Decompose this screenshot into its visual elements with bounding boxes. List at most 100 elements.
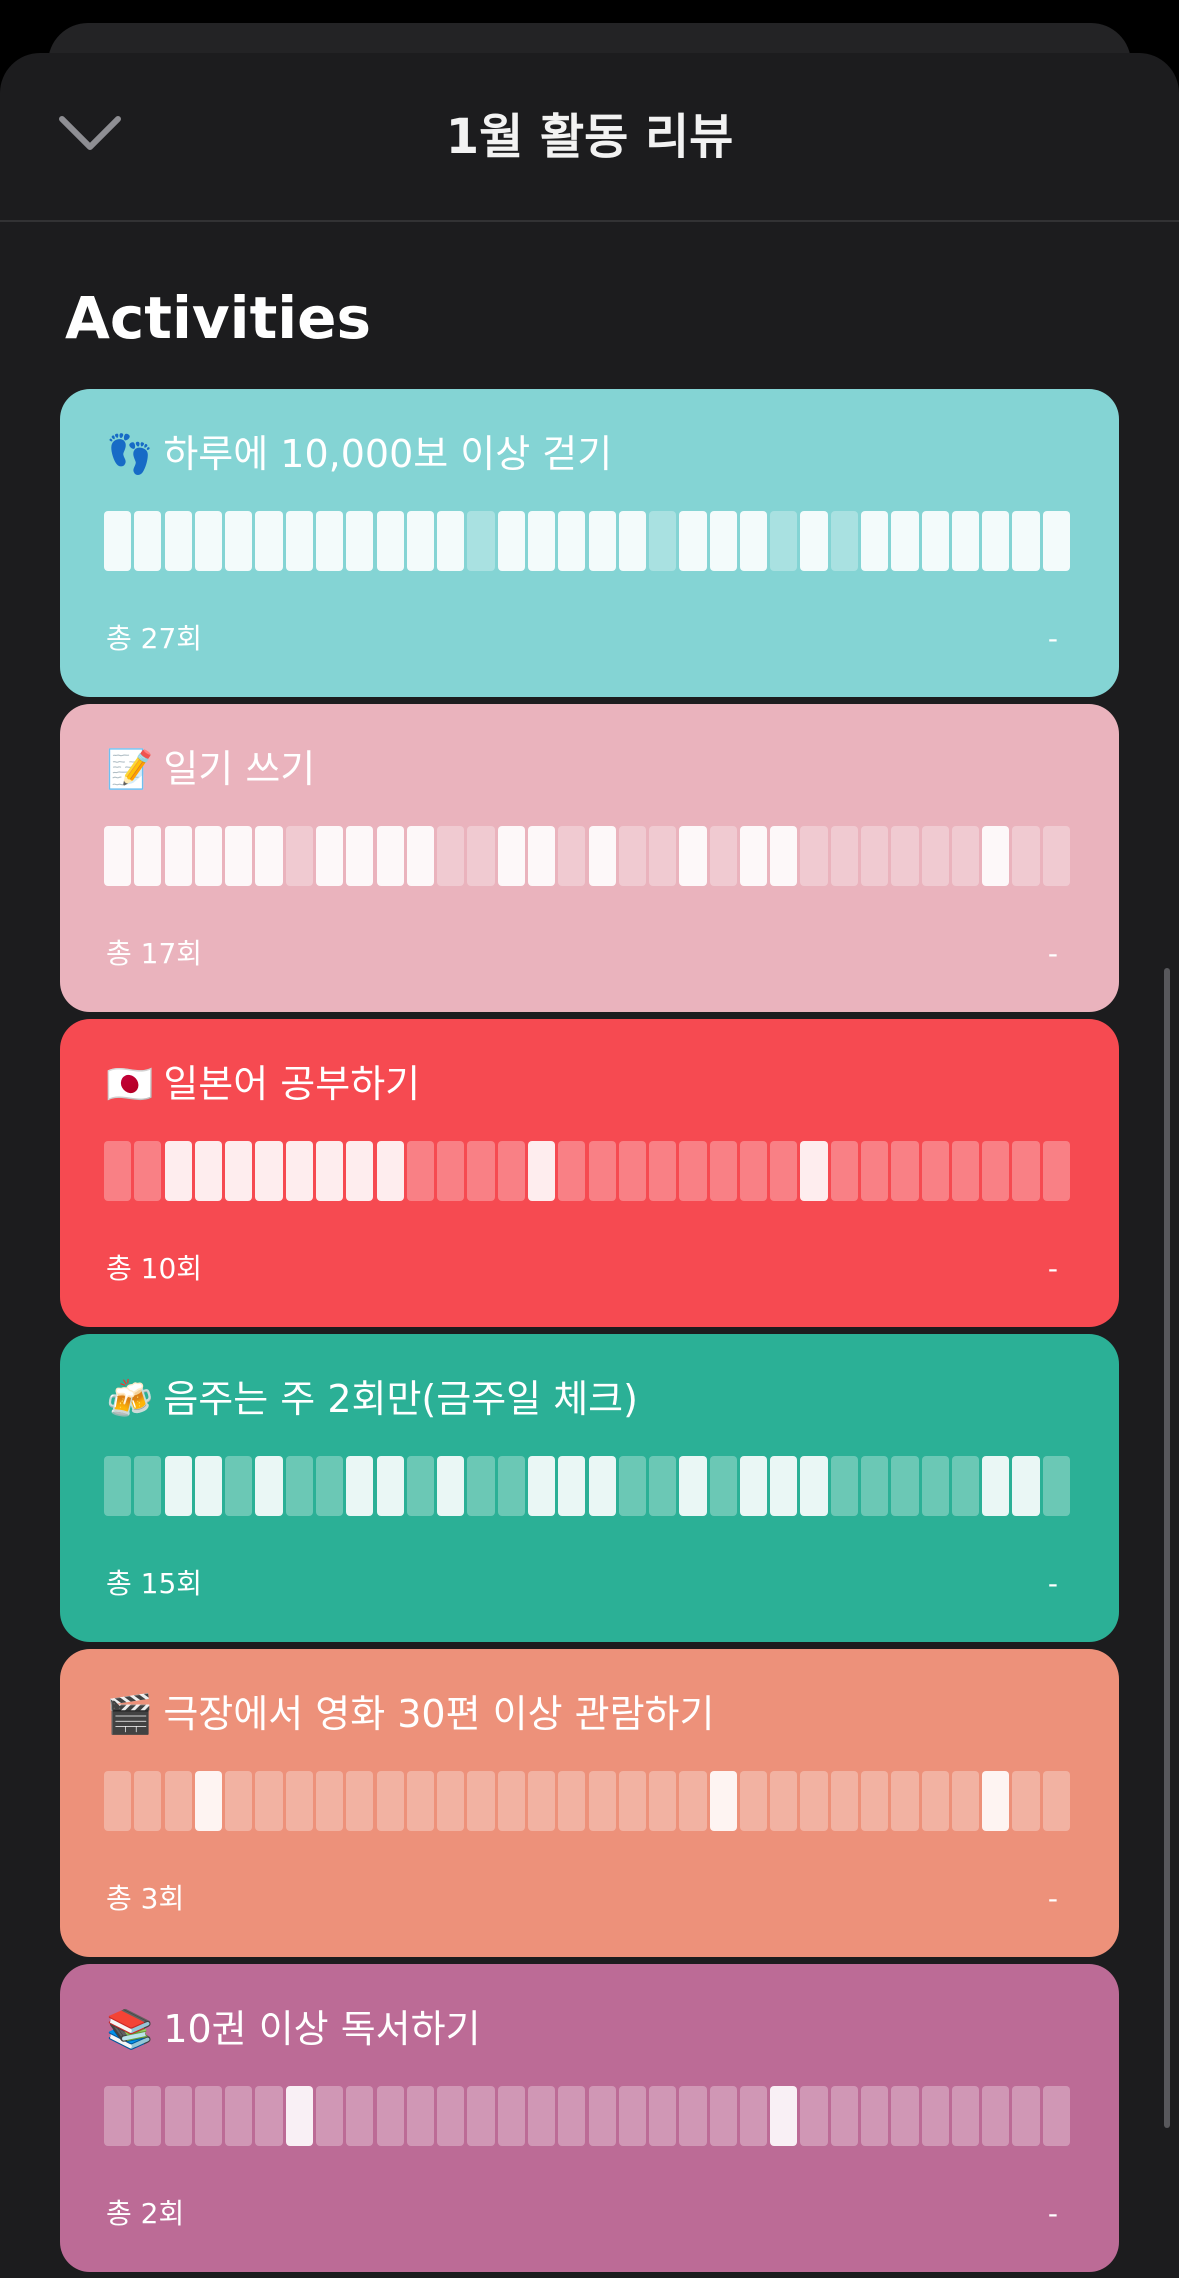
day-cell-completed	[346, 1141, 374, 1201]
day-cell-empty	[830, 1141, 858, 1201]
day-cell-completed	[1042, 511, 1070, 571]
day-cell-completed	[558, 511, 586, 571]
day-cell-empty	[679, 2086, 707, 2146]
day-cell-completed	[104, 511, 132, 571]
day-cell-empty	[830, 826, 858, 886]
day-cell-empty	[497, 1141, 525, 1201]
activity-emoji-icon: 🍻	[106, 1377, 154, 1421]
day-cell-completed	[770, 826, 798, 886]
day-cell-empty	[164, 2086, 192, 2146]
activity-card[interactable]: 📝 일기 쓰기 총 17회 -	[60, 704, 1119, 1012]
day-cell-completed	[770, 2086, 798, 2146]
day-cell-empty	[951, 1771, 980, 1831]
day-cell-empty	[497, 1456, 525, 1516]
section-title: Activities	[65, 284, 372, 352]
day-cell-completed	[982, 826, 1010, 886]
day-cell-completed	[739, 1456, 768, 1516]
day-cell-empty	[1042, 1141, 1070, 1201]
day-cell-completed	[346, 1456, 374, 1516]
day-cell-completed	[194, 1141, 223, 1201]
activity-card[interactable]: 🍻 음주는 주 2회만(금주일 체크) 총 15회 -	[60, 1334, 1119, 1642]
day-cell-empty	[951, 2086, 980, 2146]
activity-trailing-value: -	[1047, 1567, 1058, 1600]
activity-title: 🎬 극장에서 영화 30편 이상 관람하기	[106, 1689, 714, 1739]
day-cell-empty	[467, 1456, 495, 1516]
day-cell-completed	[346, 511, 374, 571]
day-cell-empty	[315, 2086, 344, 2146]
day-cell-empty	[497, 2086, 525, 2146]
day-cell-completed	[679, 1456, 707, 1516]
activity-name: 10권 이상 독서하기	[163, 2007, 481, 2051]
activity-card[interactable]: 🇯🇵 일본어 공부하기 총 10회 -	[60, 1019, 1119, 1327]
day-cell-empty	[1042, 1456, 1070, 1516]
day-cell-completed	[588, 1456, 616, 1516]
day-cell-empty	[437, 1141, 465, 1201]
day-cell-empty	[285, 1771, 313, 1831]
day-cell-empty	[225, 1771, 253, 1831]
day-cell-empty	[770, 1141, 798, 1201]
day-cell-completed	[861, 511, 889, 571]
day-cell-empty	[739, 1141, 768, 1201]
day-cell-empty	[406, 1456, 434, 1516]
activity-total-count: 총 2회	[106, 2197, 185, 2230]
activity-title: 🍻 음주는 주 2회만(금주일 체크)	[106, 1374, 638, 1424]
activity-name: 음주는 주 2회만(금주일 체크)	[163, 1377, 638, 1421]
day-cell-empty	[921, 1771, 949, 1831]
day-cell-empty	[437, 826, 465, 886]
day-cell-completed	[225, 1141, 253, 1201]
day-cell-empty	[679, 1141, 707, 1201]
daily-progress-strip	[104, 1456, 1070, 1516]
day-cell-empty	[376, 1771, 404, 1831]
day-cell-completed	[194, 511, 223, 571]
day-cell-empty	[830, 511, 858, 571]
activity-name: 하루에 10,000보 이상 걷기	[163, 432, 613, 476]
activity-emoji-icon: 🇯🇵	[106, 1062, 154, 1106]
day-cell-completed	[376, 511, 404, 571]
day-cell-completed	[1012, 1456, 1040, 1516]
day-cell-empty	[891, 2086, 919, 2146]
day-cell-empty	[558, 826, 586, 886]
activity-trailing-value: -	[1047, 2197, 1058, 2230]
day-cell-completed	[376, 1141, 404, 1201]
day-cell-empty	[194, 2086, 223, 2146]
day-cell-completed	[618, 511, 646, 571]
day-cell-empty	[618, 1771, 646, 1831]
activity-title: 📚 10권 이상 독서하기	[106, 2004, 481, 2054]
day-cell-empty	[134, 1456, 162, 1516]
day-cell-completed	[497, 826, 525, 886]
day-cell-completed	[164, 1456, 192, 1516]
day-cell-empty	[467, 511, 495, 571]
activity-card[interactable]: 👣 하루에 10,000보 이상 걷기 총 27회 -	[60, 389, 1119, 697]
day-cell-empty	[406, 2086, 434, 2146]
day-cell-empty	[649, 1456, 677, 1516]
daily-progress-strip	[104, 2086, 1070, 2146]
day-cell-empty	[921, 1456, 949, 1516]
day-cell-empty	[891, 826, 919, 886]
activity-card[interactable]: 🎬 극장에서 영화 30편 이상 관람하기 총 3회 -	[60, 1649, 1119, 1957]
day-cell-empty	[1042, 826, 1070, 886]
day-cell-empty	[406, 1141, 434, 1201]
activity-title: 📝 일기 쓰기	[106, 744, 315, 794]
day-cell-empty	[437, 2086, 465, 2146]
day-cell-empty	[830, 2086, 858, 2146]
day-cell-empty	[618, 1456, 646, 1516]
day-cell-completed	[982, 1771, 1010, 1831]
day-cell-completed	[255, 1456, 283, 1516]
activity-emoji-icon: 🎬	[106, 1692, 154, 1736]
day-cell-completed	[315, 826, 344, 886]
day-cell-completed	[891, 511, 919, 571]
activity-card[interactable]: 📚 10권 이상 독서하기총 2회 -	[60, 1964, 1119, 2272]
scrollbar[interactable]	[1164, 968, 1170, 2128]
day-cell-empty	[225, 2086, 253, 2146]
day-cell-empty	[376, 2086, 404, 2146]
activity-name: 일본어 공부하기	[163, 1062, 421, 1106]
day-cell-completed	[285, 511, 313, 571]
day-cell-empty	[588, 1141, 616, 1201]
day-cell-completed	[437, 511, 465, 571]
day-cell-empty	[527, 1771, 556, 1831]
day-cell-empty	[982, 2086, 1010, 2146]
day-cell-empty	[770, 511, 798, 571]
day-cell-completed	[709, 511, 737, 571]
day-cell-empty	[134, 2086, 162, 2146]
day-cell-empty	[618, 1141, 646, 1201]
